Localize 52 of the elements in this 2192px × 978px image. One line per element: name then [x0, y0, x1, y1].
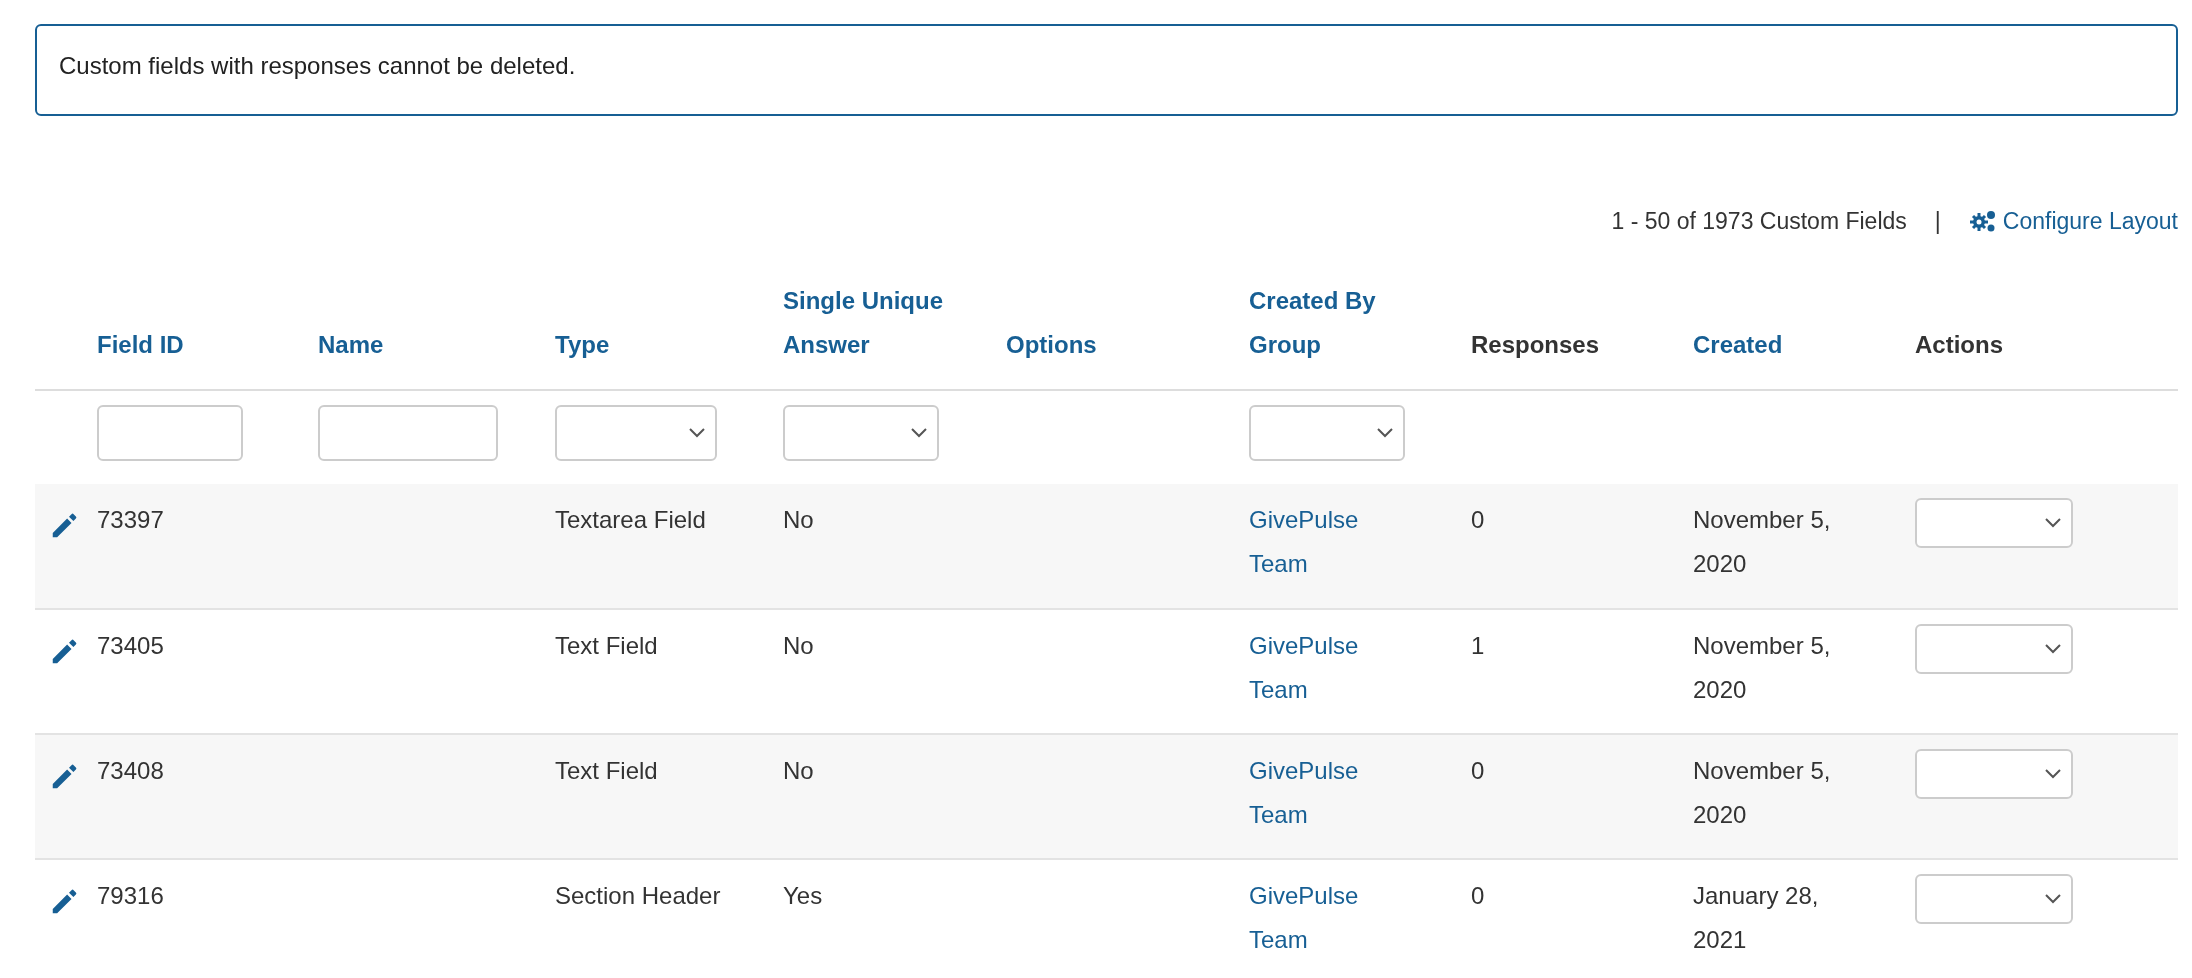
- table-cell-text: January 28, 2021: [1693, 881, 1820, 955]
- table-cell-text: Section Header: [555, 882, 721, 909]
- chevron-down-icon: [689, 428, 705, 438]
- column-header: Actions: [1915, 330, 2003, 360]
- column-header-link[interactable]: Name: [318, 323, 384, 367]
- actions-dropdown[interactable]: [1915, 874, 2073, 924]
- filter-dropdown[interactable]: [555, 405, 717, 461]
- table-cell-text: November 5, 2020: [1693, 631, 1832, 705]
- configure-layout-link[interactable]: Configure Layout: [1968, 203, 2178, 239]
- table-cell-text: 73397: [97, 506, 164, 533]
- table-cell-text: Textarea Field: [555, 506, 706, 533]
- column-header-link[interactable]: Options: [1006, 323, 1097, 367]
- column-header-link[interactable]: Created: [1693, 323, 1783, 367]
- filter-dropdown[interactable]: [1249, 405, 1405, 461]
- filter-input-field[interactable]: [97, 405, 243, 461]
- table-cell-text: Text Field: [555, 757, 658, 784]
- actions-dropdown[interactable]: [1915, 624, 2073, 674]
- table-cell-text: 0: [1471, 506, 1485, 533]
- column-header-link[interactable]: Type: [555, 323, 610, 367]
- table-cell-text: 1: [1471, 632, 1485, 659]
- table-cell-text: November 5, 2020: [1693, 756, 1832, 830]
- filter-dropdown[interactable]: [783, 405, 939, 461]
- column-header-link[interactable]: Field ID: [97, 323, 184, 367]
- filter-input-field[interactable]: [318, 405, 498, 461]
- actions-dropdown[interactable]: [1915, 498, 2073, 548]
- table-cell-text: 79316: [97, 882, 164, 909]
- group-link[interactable]: GivePulse Team: [1249, 874, 1379, 962]
- chevron-down-icon: [2045, 769, 2061, 779]
- actions-dropdown[interactable]: [1915, 749, 2073, 799]
- chevron-down-icon: [911, 428, 927, 438]
- table-cell-text: No: [783, 506, 814, 533]
- table-cell-text: Yes: [783, 882, 823, 909]
- pagination-summary: 1 - 50 of 1973 Custom Fields: [1611, 206, 1907, 236]
- column-header-link[interactable]: Single Unique Answer: [783, 279, 968, 367]
- separator: |: [1934, 206, 1941, 236]
- gears-icon: [1968, 209, 1997, 233]
- group-link[interactable]: GivePulse Team: [1249, 624, 1379, 712]
- table-cell-text: 0: [1471, 882, 1485, 909]
- table-cell-text: 73405: [97, 632, 164, 659]
- table-cell-text: No: [783, 757, 814, 784]
- chevron-down-icon: [1377, 428, 1393, 438]
- table-cell-text: Text Field: [555, 632, 658, 659]
- column-header: Responses: [1471, 330, 1600, 360]
- chevron-down-icon: [2045, 644, 2061, 654]
- table-cell-text: November 5, 2020: [1693, 505, 1832, 579]
- table-cell-text: 0: [1471, 757, 1485, 784]
- column-header-link[interactable]: Created By Group: [1249, 279, 1434, 367]
- chevron-down-icon: [2045, 894, 2061, 904]
- table-cell-text: 73408: [97, 757, 164, 784]
- chevron-down-icon: [2045, 518, 2061, 528]
- table-cell-text: No: [783, 632, 814, 659]
- notice-text: Custom fields with responses cannot be deleted.: [35, 24, 2178, 116]
